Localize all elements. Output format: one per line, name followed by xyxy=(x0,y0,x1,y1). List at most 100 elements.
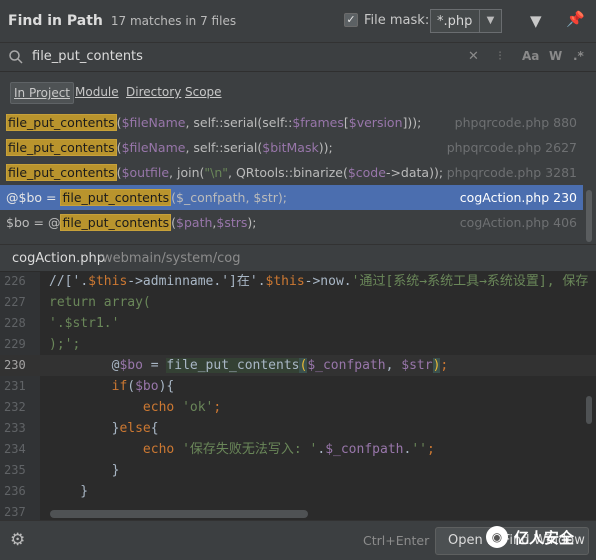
result-row[interactable]: file_put_contents ($fileName, self::seria… xyxy=(0,135,583,160)
tab-directory-label: Directory xyxy=(126,85,182,99)
result-code-token: , self::serial(self:: xyxy=(185,115,293,130)
match-highlight: file_put_contents xyxy=(6,114,117,131)
code-token: ; xyxy=(426,442,435,457)
tab-scope[interactable]: Scope xyxy=(182,82,225,104)
preview-directory: webmain/system/cog xyxy=(102,251,241,266)
result-code-token: , QRtools::binarize( xyxy=(228,165,348,180)
code-token: ){ xyxy=(158,379,175,394)
result-row[interactable]: $bo = @ file_put_contents ($path,$strs); co… xyxy=(0,210,583,235)
code-token: } xyxy=(49,463,120,478)
result-prefix: $bo = @ xyxy=(6,215,61,230)
code-line: 235 } xyxy=(0,460,596,481)
code-line: 231 if($bo){ xyxy=(0,376,596,397)
result-code-token: , join( xyxy=(169,165,205,180)
result-file-location: phpqrcode.php 2627 xyxy=(446,140,577,155)
result-row-partial[interactable] xyxy=(0,235,583,244)
result-code-token: ); xyxy=(247,215,257,230)
regex-toggle[interactable]: .* xyxy=(573,49,584,63)
match-count: 17 matches in 7 files xyxy=(110,14,237,28)
code-line: 230 @$bo = file_put_contents($_confpath,… xyxy=(0,355,596,376)
code-text: @$bo = file_put_contents($_confpath, $st… xyxy=(49,355,448,376)
tab-module[interactable]: Module xyxy=(72,82,122,104)
result-line-text: file_put_contents ($fileName, self::seria… xyxy=(6,135,333,160)
chevron-down-icon[interactable]: ▼ xyxy=(479,10,501,32)
line-number: 229 xyxy=(4,337,26,351)
code-token: ; xyxy=(213,400,222,415)
code-text: }else{ xyxy=(49,418,159,439)
whole-word-toggle[interactable]: W xyxy=(549,49,562,63)
result-file-location: phpqrcode.php 880 xyxy=(454,115,577,130)
code-text: if($bo){ xyxy=(49,376,175,397)
code-text: '.$str1.' xyxy=(49,313,119,334)
result-file-location: cogAction.php 406 xyxy=(459,215,577,230)
result-line-text: file_put_contents ($outfile, join("\n", Q… xyxy=(6,160,443,185)
search-input[interactable]: file_put_contents xyxy=(32,49,143,64)
line-number: 231 xyxy=(4,379,26,393)
code-token: '' xyxy=(411,442,427,457)
code-token: echo xyxy=(49,442,183,457)
code-token: ']在' xyxy=(221,274,258,289)
match-highlight: file_put_contents xyxy=(60,189,172,206)
code-preview[interactable]: 226//['.$this->adminname.']在'.$this->now… xyxy=(0,272,596,520)
code-token: $this xyxy=(265,274,305,289)
tab-in-project[interactable]: In Project xyxy=(10,82,75,104)
file-mask-dropdown[interactable]: *.php ▼ xyxy=(430,9,502,33)
code-line: 237 xyxy=(0,502,596,520)
code-token: $bo xyxy=(135,379,159,394)
code-token: @ xyxy=(49,358,120,373)
file-mask-value: *.php xyxy=(437,13,473,29)
result-code-token: $bitMask xyxy=(262,140,319,155)
code-token: '.$str1.' xyxy=(49,316,120,331)
result-row[interactable]: @$bo = file_put_contents ($_confpath, $st… xyxy=(0,185,583,210)
code-token: $bo xyxy=(119,358,143,373)
clear-search-icon[interactable]: ✕ xyxy=(468,49,479,64)
gear-icon[interactable]: ⚙ xyxy=(10,530,25,550)
result-code-token: $fileName xyxy=(121,140,186,155)
match-case-toggle[interactable]: Aa xyxy=(522,49,539,63)
code-token: //[' xyxy=(49,274,81,289)
code-token: . xyxy=(257,274,266,289)
code-line: 229 );'; xyxy=(0,334,596,355)
tab-in-project-label: In Project xyxy=(14,86,71,100)
result-prefix: @$bo = xyxy=(6,190,61,205)
code-token: . xyxy=(80,274,89,289)
wechat-icon: ◉ xyxy=(486,526,508,548)
code-token: '通过[系统→系统工具→系统设置], 保存 xyxy=(351,274,589,289)
tab-directory[interactable]: Directory xyxy=(123,82,184,104)
shortcut-hint: Ctrl+Enter xyxy=(363,533,430,548)
line-number: 232 xyxy=(4,400,26,414)
filter-icon[interactable]: ▼ xyxy=(530,12,542,30)
code-line: 227 return array( xyxy=(0,292,596,313)
tab-scope-label: Scope xyxy=(185,85,222,99)
result-code-token: $strs xyxy=(216,215,248,230)
result-row[interactable]: file_put_contents ($outfile, join("\n", Q… xyxy=(0,160,583,185)
line-number: 233 xyxy=(4,421,26,435)
code-token: ->adminname. xyxy=(127,274,222,289)
result-row[interactable]: file_put_contents ($fileName, self::seria… xyxy=(0,110,583,135)
result-line-text: file_put_contents ($fileName, self::seria… xyxy=(6,110,421,135)
tab-module-label: Module xyxy=(75,85,119,99)
code-token: 'ok' xyxy=(182,400,214,415)
file-mask-checkbox[interactable]: ✓ xyxy=(344,13,358,27)
line-number: 236 xyxy=(4,484,26,498)
line-number: 226 xyxy=(4,274,26,288)
code-token: '保存失败无法写入: ' xyxy=(182,442,318,457)
code-token: { xyxy=(150,421,159,436)
code-token: else xyxy=(119,421,151,436)
watermark-text: 亿人安全 xyxy=(514,528,575,547)
result-code-token: $frames xyxy=(292,115,344,130)
preview-file-name: cogAction.php xyxy=(12,251,105,266)
code-token: $_confpath xyxy=(325,442,404,457)
code-text: } xyxy=(49,481,88,502)
code-token: } xyxy=(49,421,120,436)
code-token: file_put_contents xyxy=(166,358,300,373)
code-line: 234 echo '保存失败无法写入: '.$_confpath.''; xyxy=(0,439,596,460)
results-scrollbar-thumb[interactable] xyxy=(586,190,592,242)
pin-icon[interactable]: 📌 xyxy=(566,10,585,28)
code-text: );'; xyxy=(49,334,80,355)
results-list: file_put_contents ($fileName, self::seria… xyxy=(0,110,596,244)
code-token: echo xyxy=(49,400,183,415)
line-number: 230 xyxy=(4,358,26,372)
dialog-title: Find in Path xyxy=(8,13,103,29)
match-highlight: file_put_contents xyxy=(60,214,172,231)
